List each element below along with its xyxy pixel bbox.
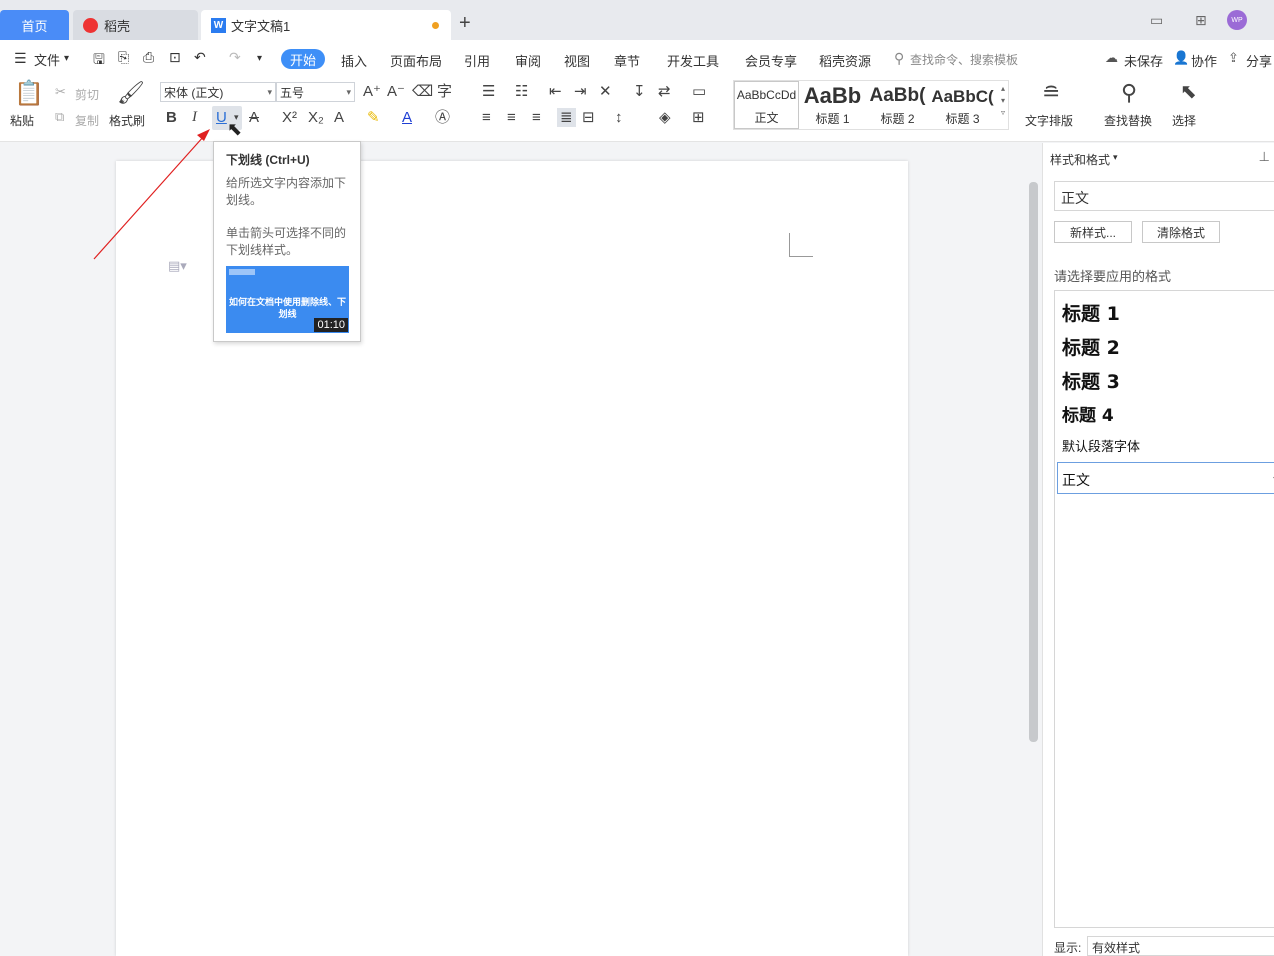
clear-format-button[interactable]: 清除格式 [1142, 221, 1220, 243]
underline-tooltip: 下划线 (Ctrl+U) 给所选文字内容添加下划线。 单击箭头可选择不同的下划线… [213, 141, 361, 342]
tooltip-description: 给所选文字内容添加下划线。 [226, 176, 347, 207]
pane-title-dropdown-icon[interactable]: ▾ [1113, 152, 1118, 163]
video-title: 如何在文档中使用删除线、下划线 [228, 297, 346, 319]
list-item[interactable]: 标题 4 ↵ [1055, 393, 1274, 427]
current-style-field[interactable]: 正文 [1054, 181, 1274, 211]
show-filter-select[interactable]: 有效样式 [1087, 936, 1274, 956]
tutorial-video-thumbnail[interactable]: 如何在文档中使用删除线、下划线 01:10 [226, 266, 349, 333]
list-item[interactable]: 标题 3 ↵ [1055, 359, 1274, 393]
mouse-cursor-icon: ⬉ [227, 119, 243, 139]
default-paragraph-font-item: 默认段落字体 [1062, 440, 1141, 455]
styles-pane: 样式和格式 ▾ ⊥ 正文 新样式... 清除格式 请选择要应用的格式 标题 1 … [1042, 143, 1274, 956]
tooltip-hint: 单击箭头可选择不同的下划线样式。 [226, 226, 347, 257]
list-item[interactable]: 正文 ↵ [1057, 462, 1274, 494]
style-heading2-item: 标题 2 [1062, 337, 1120, 359]
pane-title[interactable]: 样式和格式 [1050, 151, 1110, 168]
show-label: 显示: [1054, 941, 1082, 955]
style-heading4-item: 标题 4 [1062, 406, 1114, 426]
style-heading3-item: 标题 3 [1062, 371, 1120, 393]
video-logo-icon [229, 269, 255, 275]
video-duration: 01:10 [314, 318, 348, 332]
pin-icon[interactable]: ⊥ [1259, 149, 1270, 165]
list-item[interactable]: 默认段落字体 a [1055, 427, 1274, 461]
normal-style-item: 正文 [1062, 473, 1090, 489]
list-item[interactable]: 标题 1 ↵ [1055, 291, 1274, 325]
apply-format-label: 请选择要应用的格式 [1054, 269, 1172, 284]
list-item[interactable]: 标题 2 ↵ [1055, 325, 1274, 359]
new-style-button[interactable]: 新样式... [1054, 221, 1132, 243]
style-list: 标题 1 ↵ 标题 2 ↵ 标题 3 ↵ 标题 4 ↵ 默认段落字体 a 正文 … [1054, 290, 1274, 928]
style-heading1-item: 标题 1 [1062, 303, 1120, 325]
tooltip-title: 下划线 (Ctrl+U) [226, 153, 310, 167]
